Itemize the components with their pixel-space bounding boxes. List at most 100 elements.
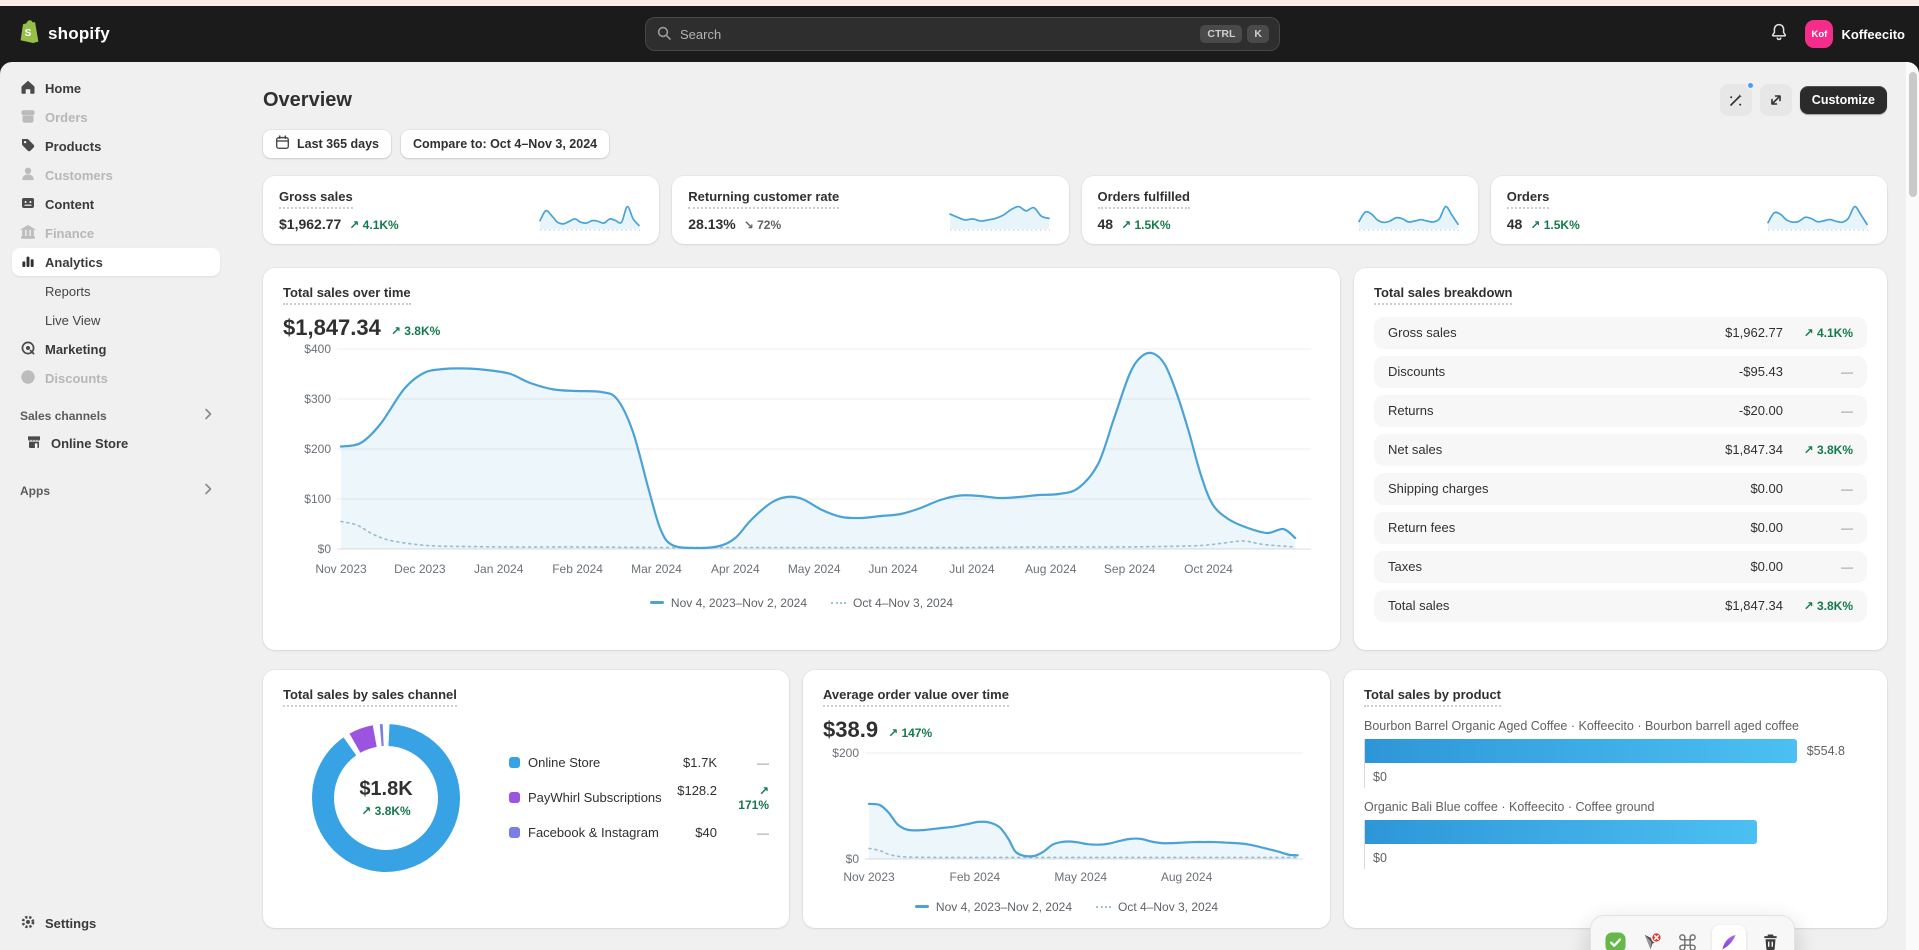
svg-text:Oct 2024: Oct 2024 (1184, 562, 1233, 576)
channel-legend: Online Store $1.7K — PayWhirl Subscription… (509, 713, 769, 883)
svg-text:$400: $400 (304, 342, 331, 356)
metric-title[interactable]: Orders fulfilled (1097, 189, 1190, 209)
user-avatar[interactable]: Kof (1805, 20, 1834, 48)
sales-by-channel-card: Total sales by sales channel $1.8K ↗ 3.8… (263, 670, 789, 928)
svg-text:Feb 2024: Feb 2024 (949, 870, 1000, 884)
breakdown-row[interactable]: Shipping charges $0.00— (1374, 472, 1867, 505)
product-bar[interactable] (1365, 738, 1797, 763)
notifications-bell-icon[interactable] (1769, 22, 1789, 47)
channel-legend-item[interactable]: Facebook & Instagram $40— (509, 825, 769, 840)
breakdown-row[interactable]: Discounts -$95.43— (1374, 355, 1867, 388)
apps-section-header[interactable]: Apps (12, 483, 220, 498)
trash-icon[interactable] (1758, 930, 1782, 950)
sidebar-item-orders[interactable]: Orders (12, 103, 220, 131)
breakdown-row[interactable]: Return fees $0.00— (1374, 511, 1867, 544)
metric-title[interactable]: Gross sales (279, 189, 353, 209)
page-title: Overview (263, 88, 352, 111)
metric-value: $1,962.77 (279, 215, 342, 232)
metric-card-gross-sales[interactable]: Gross sales $1,962.77 ↗ 4.1K% (263, 176, 660, 244)
card-title[interactable]: Average order value over time (823, 687, 1009, 707)
sales-by-product-card: Total sales by product Bourbon Barrel Or… (1344, 670, 1887, 928)
sidebar-item-home[interactable]: Home (12, 74, 220, 102)
sidebar-item-analytics[interactable]: Analytics (12, 248, 220, 276)
sidebar-item-customers[interactable]: Customers (12, 161, 220, 189)
sidebar-item-live-view[interactable]: Live View (12, 306, 220, 334)
sidebar: Home Orders Products Customers Content F… (0, 62, 232, 950)
scrollbar-thumb[interactable] (1909, 72, 1917, 197)
breakdown-row[interactable]: Returns -$20.00— (1374, 394, 1867, 427)
sidebar-item-settings[interactable]: Settings (12, 909, 220, 937)
metric-card-returning-customer-rate[interactable]: Returning customer rate 28.13% ↘ 72% (672, 176, 1069, 244)
legend-swatch (509, 792, 520, 804)
sidebar-item-marketing[interactable]: Marketing (12, 335, 220, 363)
channel-legend-item[interactable]: PayWhirl Subscriptions $128.2 ↗ 171% (509, 783, 769, 812)
metric-delta: ↘ 72% (743, 217, 782, 232)
product-bar-item: Bourbon Barrel Organic Aged Coffee · Kof… (1364, 719, 1867, 788)
sidebar-item-discounts[interactable]: Discounts (12, 364, 220, 392)
breakdown-row[interactable]: Net sales $1,847.34 ↗ 3.8K% (1374, 433, 1867, 466)
metric-title[interactable]: Orders (1506, 189, 1550, 209)
breakdown-row[interactable]: Gross sales $1,962.77 ↗ 4.1K% (1374, 316, 1867, 349)
svg-text:$0: $0 (846, 852, 860, 866)
metric-delta: ↗ 4.1K% (349, 217, 399, 232)
svg-text:Jun 2024: Jun 2024 (868, 562, 918, 576)
svg-text:May 2024: May 2024 (788, 562, 841, 576)
breakdown-row[interactable]: Total sales $1,847.34 ↗ 3.8K% (1374, 589, 1867, 622)
main-content: Overview Customize Last 365 days Compare… (232, 62, 1919, 950)
product-bar-item: Organic Bali Blue coffee · Koffeecito · … (1364, 800, 1867, 869)
gear-icon (20, 914, 36, 933)
chevron-right-icon (204, 408, 212, 423)
card-title[interactable]: Total sales breakdown (1374, 285, 1513, 305)
antivirus-check-icon[interactable] (1603, 930, 1627, 950)
magic-assistant-button[interactable] (1719, 81, 1755, 116)
metric-card-orders-fulfilled[interactable]: Orders fulfilled 48 ↗ 1.5K% (1081, 176, 1478, 244)
date-range-button[interactable]: Last 365 days (263, 130, 391, 158)
svg-text:$300: $300 (304, 392, 331, 406)
content-icon (20, 195, 36, 214)
card-title[interactable]: Total sales by product (1364, 687, 1502, 707)
shopify-logo[interactable]: S shopify (18, 19, 110, 50)
feather-pen-icon[interactable] (1711, 925, 1746, 950)
shopify-bag-icon: S (18, 19, 41, 50)
customize-button[interactable]: Customize (1799, 86, 1887, 114)
sidebar-item-online-store[interactable]: Online Store (12, 429, 220, 457)
sidebar-item-content[interactable]: Content (12, 190, 220, 218)
calendar-icon (275, 135, 290, 153)
aov-delta: ↗ 147% (888, 725, 933, 740)
breakdown-row[interactable]: Taxes $0.00— (1374, 550, 1867, 583)
cursor-blocked-icon[interactable] (1639, 930, 1663, 950)
home-icon (20, 79, 36, 98)
legend-dotted-swatch (1096, 905, 1112, 908)
sidebar-item-reports[interactable]: Reports (12, 277, 220, 305)
aov-value: $38.9 (823, 716, 879, 742)
person-icon (20, 166, 36, 185)
compare-to-button[interactable]: Compare to: Oct 4–Nov 3, 2024 (401, 130, 610, 158)
card-title[interactable]: Total sales over time (283, 285, 411, 305)
sparkline-chart (539, 205, 641, 231)
metric-cards-row: Gross sales $1,962.77 ↗ 4.1K% Returning c… (263, 176, 1887, 244)
legend-solid-swatch (914, 905, 929, 909)
metric-value: 48 (1506, 215, 1523, 232)
scrollbar-track[interactable] (1906, 62, 1919, 950)
clover-app-icon[interactable] (1676, 930, 1700, 950)
aov-line-chart: $200 $0 Nov 2023 Feb 2024 May 2024 Aug 2024 (832, 746, 1303, 884)
sparkline-chart (948, 205, 1050, 231)
product-bar[interactable] (1365, 819, 1757, 844)
sidebar-item-products[interactable]: Products (12, 132, 220, 160)
card-title[interactable]: Total sales by sales channel (283, 687, 457, 707)
metric-title[interactable]: Returning customer rate (688, 189, 840, 209)
chevron-right-icon (204, 483, 212, 498)
search-input[interactable]: Search CTRL K (645, 17, 1280, 51)
sales-channels-section-header[interactable]: Sales channels (12, 408, 220, 423)
channel-legend-item[interactable]: Online Store $1.7K — (509, 755, 769, 770)
svg-text:Aug 2024: Aug 2024 (1025, 562, 1077, 576)
chart-legend: Nov 4, 2023–Nov 2, 2024 Oct 4–Nov 3, 202… (283, 596, 1320, 610)
svg-text:Jul 2024: Jul 2024 (949, 562, 995, 576)
sidebar-item-finance[interactable]: Finance (12, 219, 220, 247)
user-name[interactable]: Koffeecito (1841, 27, 1905, 42)
donut-total: $1.8K (359, 777, 413, 800)
metric-card-orders[interactable]: Orders 48 ↗ 1.5K% (1490, 176, 1887, 244)
svg-text:S: S (25, 28, 32, 39)
fullscreen-button[interactable] (1759, 84, 1792, 116)
svg-text:Dec 2023: Dec 2023 (394, 562, 446, 576)
